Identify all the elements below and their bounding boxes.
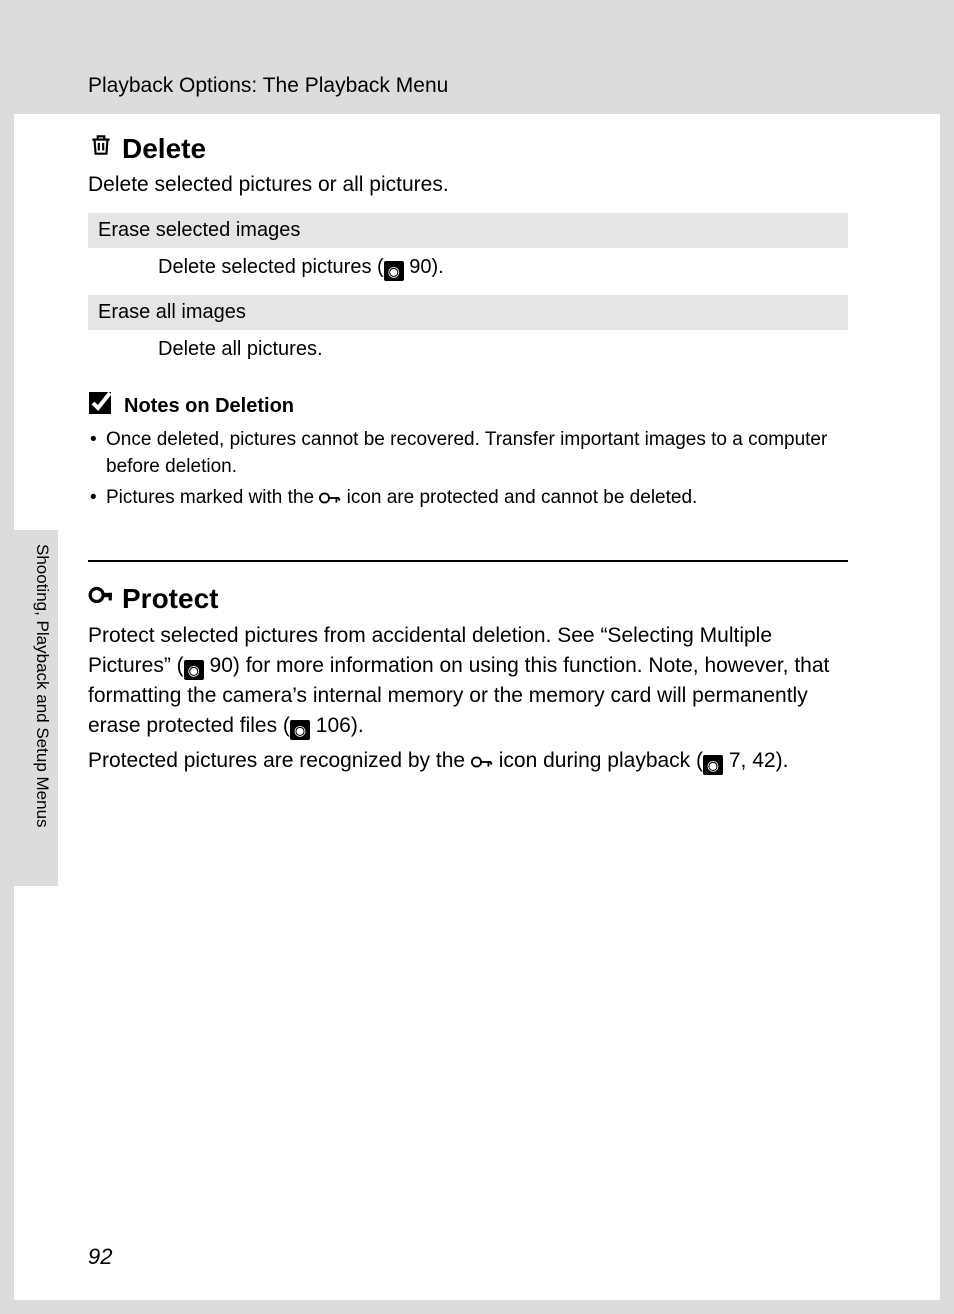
section-title-text: Protect [122,583,218,615]
page-ref-number: 90 [210,654,233,677]
page-ref-icon: ◉ [290,720,310,740]
option-desc: Delete all pictures. [88,330,848,373]
list-item: Once deleted, pictures cannot be recover… [88,427,848,480]
notes-block: Notes on Deletion Once deleted, pictures… [88,391,848,514]
option-row: Erase selected images [88,213,848,248]
notes-list: Once deleted, pictures cannot be recover… [88,427,848,514]
notes-heading: Notes on Deletion [88,391,848,421]
page-ref-number: 7, 42 [729,749,776,772]
page-ref-icon: ◉ [703,755,723,775]
page-number: 92 [88,1244,112,1270]
header-band [14,14,940,114]
section-divider [88,560,848,562]
list-item: Pictures marked with the icon are protec… [88,485,848,515]
protect-paragraph-1: Protect selected pictures from accidenta… [88,621,848,740]
manual-page: Playback Options: The Playback Menu Dele… [14,14,940,1300]
delete-intro: Delete selected pictures or all pictures… [88,171,848,199]
body-text-span: ). [351,714,364,737]
side-tab-label: Shooting, Playback and Setup Menus [32,544,52,828]
trash-icon [88,132,114,165]
notes-title-text: Notes on Deletion [124,395,294,418]
body-text-span: Protected pictures are recognized by the [88,749,471,772]
page-ref-number: 90 [409,256,431,278]
page-ref-icon: ◉ [184,660,204,680]
option-row: Erase all images [88,295,848,330]
option-desc-text: ). [431,256,443,278]
protect-icon [88,582,114,615]
body-text-span: ). [776,749,789,772]
section-title-delete: Delete [88,132,848,165]
protect-key-icon [471,749,493,779]
section-title-text: Delete [122,133,206,165]
option-desc: Delete selected pictures (◉ 90). [88,248,848,293]
protect-paragraph-2: Protected pictures are recognized by the… [88,746,848,779]
page-content: Delete Delete selected pictures or all p… [88,124,848,785]
section-title-protect: Protect [88,582,848,615]
page-ref-icon: ◉ [384,261,404,281]
caution-check-icon [88,391,112,421]
body-text-span: icon during playback ( [493,749,703,772]
page-ref-number: 106 [316,714,351,737]
protect-key-icon [319,488,341,515]
option-desc-text: Delete selected pictures ( [158,256,384,278]
running-head: Playback Options: The Playback Menu [88,74,448,98]
